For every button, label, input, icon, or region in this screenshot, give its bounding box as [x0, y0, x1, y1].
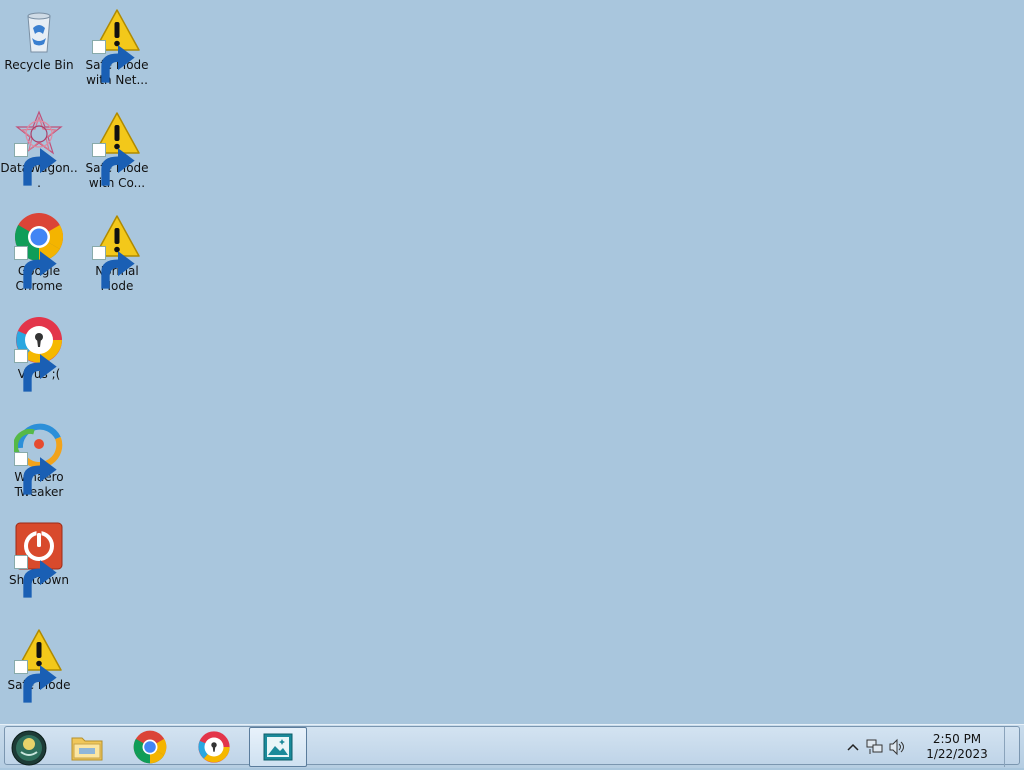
desktop-icon-google-chrome[interactable]: Google Chrome	[0, 212, 78, 294]
system-tray: 2:50 PM 1/22/2023	[842, 727, 1015, 767]
start-button[interactable]	[9, 730, 49, 766]
desktop-icon-winaero-tweaker[interactable]: Winaero Tweaker	[0, 418, 78, 500]
clock-date: 1/22/2023	[926, 747, 988, 761]
shortcut-arrow-icon	[14, 349, 57, 392]
taskbar-secure-browser[interactable]	[185, 727, 243, 767]
shortcut-arrow-icon	[14, 555, 57, 598]
desktop-icon-shutdown[interactable]: Shutdown	[0, 521, 78, 598]
desktop-icon-safe-mode-networking[interactable]: Safe Mode with Net...	[78, 6, 156, 88]
shortcut-arrow-icon	[14, 660, 57, 703]
taskbar-chrome[interactable]	[121, 727, 179, 767]
desktop-icon-datawagon[interactable]: DataWagon...	[0, 109, 78, 191]
shortcut-arrow-icon	[92, 246, 135, 289]
desktop-icon-recycle-bin[interactable]: Recycle Bin	[0, 6, 78, 73]
warning-icon	[92, 212, 142, 289]
shortcut-arrow-icon	[92, 143, 135, 186]
file-explorer-icon	[71, 737, 103, 761]
taskbar-file-explorer[interactable]	[58, 727, 116, 767]
chrome-icon	[14, 212, 64, 289]
show-desktop-button[interactable]	[1004, 727, 1015, 767]
taskbar-frame: 2:50 PM 1/22/2023	[4, 726, 1020, 767]
volume-icon	[889, 738, 904, 756]
desktop-icon-label: Recycle Bin	[4, 58, 74, 72]
warning-icon	[14, 626, 64, 703]
desktop-icon-virus[interactable]: Virus ;(	[0, 315, 78, 392]
clock-time: 2:50 PM	[932, 732, 982, 746]
chevron-up-icon	[847, 743, 859, 751]
desktop: Recycle Bin Safe Mode with Net... DataWa…	[0, 0, 1024, 724]
datawagon-icon	[14, 109, 64, 186]
taskbar-photo-viewer[interactable]	[249, 727, 307, 767]
warning-icon	[92, 109, 142, 186]
shortcut-arrow-icon	[14, 143, 57, 186]
shortcut-arrow-icon	[14, 246, 57, 289]
volume-button[interactable]	[886, 736, 908, 758]
secure-browser-icon	[14, 315, 64, 392]
desktop-icon-safe-mode[interactable]: Safe Mode	[0, 626, 78, 703]
photo-viewer-icon	[263, 733, 293, 761]
secure-browser-icon	[198, 731, 230, 763]
winaero-icon	[14, 418, 64, 495]
warning-icon	[92, 6, 142, 83]
shortcut-arrow-icon	[92, 40, 135, 83]
desktop-icon-safe-mode-command[interactable]: Safe Mode with Co...	[78, 109, 156, 191]
chrome-icon	[133, 730, 167, 764]
taskbar: 2:50 PM 1/22/2023	[0, 724, 1024, 768]
power-icon	[14, 521, 64, 598]
clock[interactable]: 2:50 PM 1/22/2023	[914, 732, 1000, 762]
network-button[interactable]	[864, 736, 886, 758]
show-hidden-icons-button[interactable]	[842, 736, 864, 758]
start-orb-icon	[11, 730, 47, 766]
shortcut-arrow-icon	[14, 452, 57, 495]
recycle-bin-icon	[14, 6, 64, 56]
desktop-icon-normal-mode[interactable]: Normal Mode	[78, 212, 156, 294]
network-icon	[866, 739, 883, 754]
